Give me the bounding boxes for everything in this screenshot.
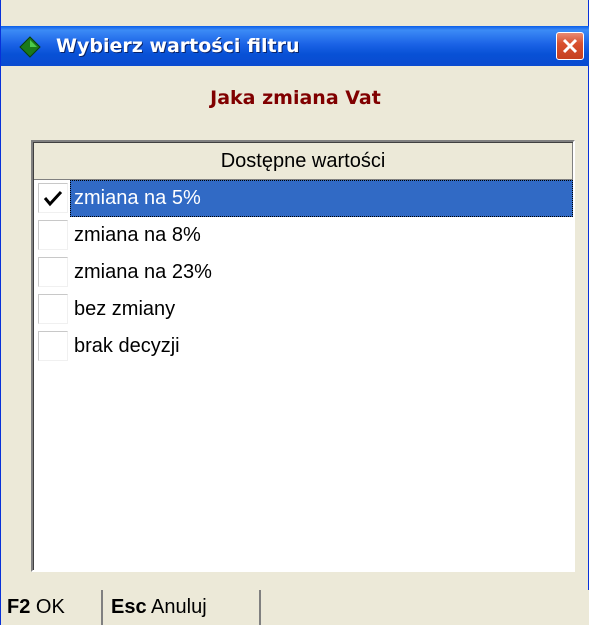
list-item[interactable]: zmiana na 23% <box>34 254 573 291</box>
list-item[interactable]: zmiana na 8% <box>34 217 573 254</box>
list-item[interactable]: zmiana na 5% <box>34 180 573 217</box>
item-checkbox[interactable] <box>38 294 68 324</box>
list-item-label: zmiana na 5% <box>74 187 201 209</box>
checkmark-icon <box>43 190 63 207</box>
cancel-shortcut-label: Anuluj <box>151 596 207 618</box>
values-list-body: Dostępne wartości zmiana na 5% zmiana na… <box>33 142 573 570</box>
list-item-label: zmiana na 8% <box>74 224 201 246</box>
cancel-shortcut-key: Esc <box>111 596 147 618</box>
values-list[interactable]: Dostępne wartości zmiana na 5% zmiana na… <box>31 140 575 572</box>
item-checkbox[interactable] <box>38 331 68 361</box>
close-icon <box>562 38 578 54</box>
list-item-label: bez zmiany <box>74 298 176 320</box>
cancel-shortcut-button[interactable]: Esc Anuluj <box>105 590 261 625</box>
ok-shortcut-label: OK <box>35 596 65 618</box>
filter-question-title: Jaka zmiana Vat <box>210 87 381 109</box>
filter-dialog-window: Wybierz wartości filtru Jaka zmiana Vat … <box>0 0 589 625</box>
status-bar: F2 OK Esc Anuluj <box>1 590 589 625</box>
list-item[interactable]: bez zmiany <box>34 291 573 328</box>
list-item[interactable]: brak decyzji <box>34 328 573 365</box>
window-title: Wybierz wartości filtru <box>56 35 300 57</box>
ok-shortcut-button[interactable]: F2 OK <box>1 590 103 625</box>
item-checkbox[interactable] <box>38 257 68 287</box>
list-item-label: zmiana na 23% <box>74 261 212 283</box>
title-bar[interactable]: Wybierz wartości filtru <box>1 26 589 66</box>
list-item-label: brak decyzji <box>74 335 180 357</box>
item-checkbox[interactable] <box>38 220 68 250</box>
ok-shortcut-key: F2 <box>7 596 31 618</box>
column-header-available-values[interactable]: Dostępne wartości <box>34 143 573 180</box>
close-button[interactable] <box>556 32 584 60</box>
app-icon <box>19 36 41 58</box>
item-checkbox[interactable] <box>38 183 68 213</box>
